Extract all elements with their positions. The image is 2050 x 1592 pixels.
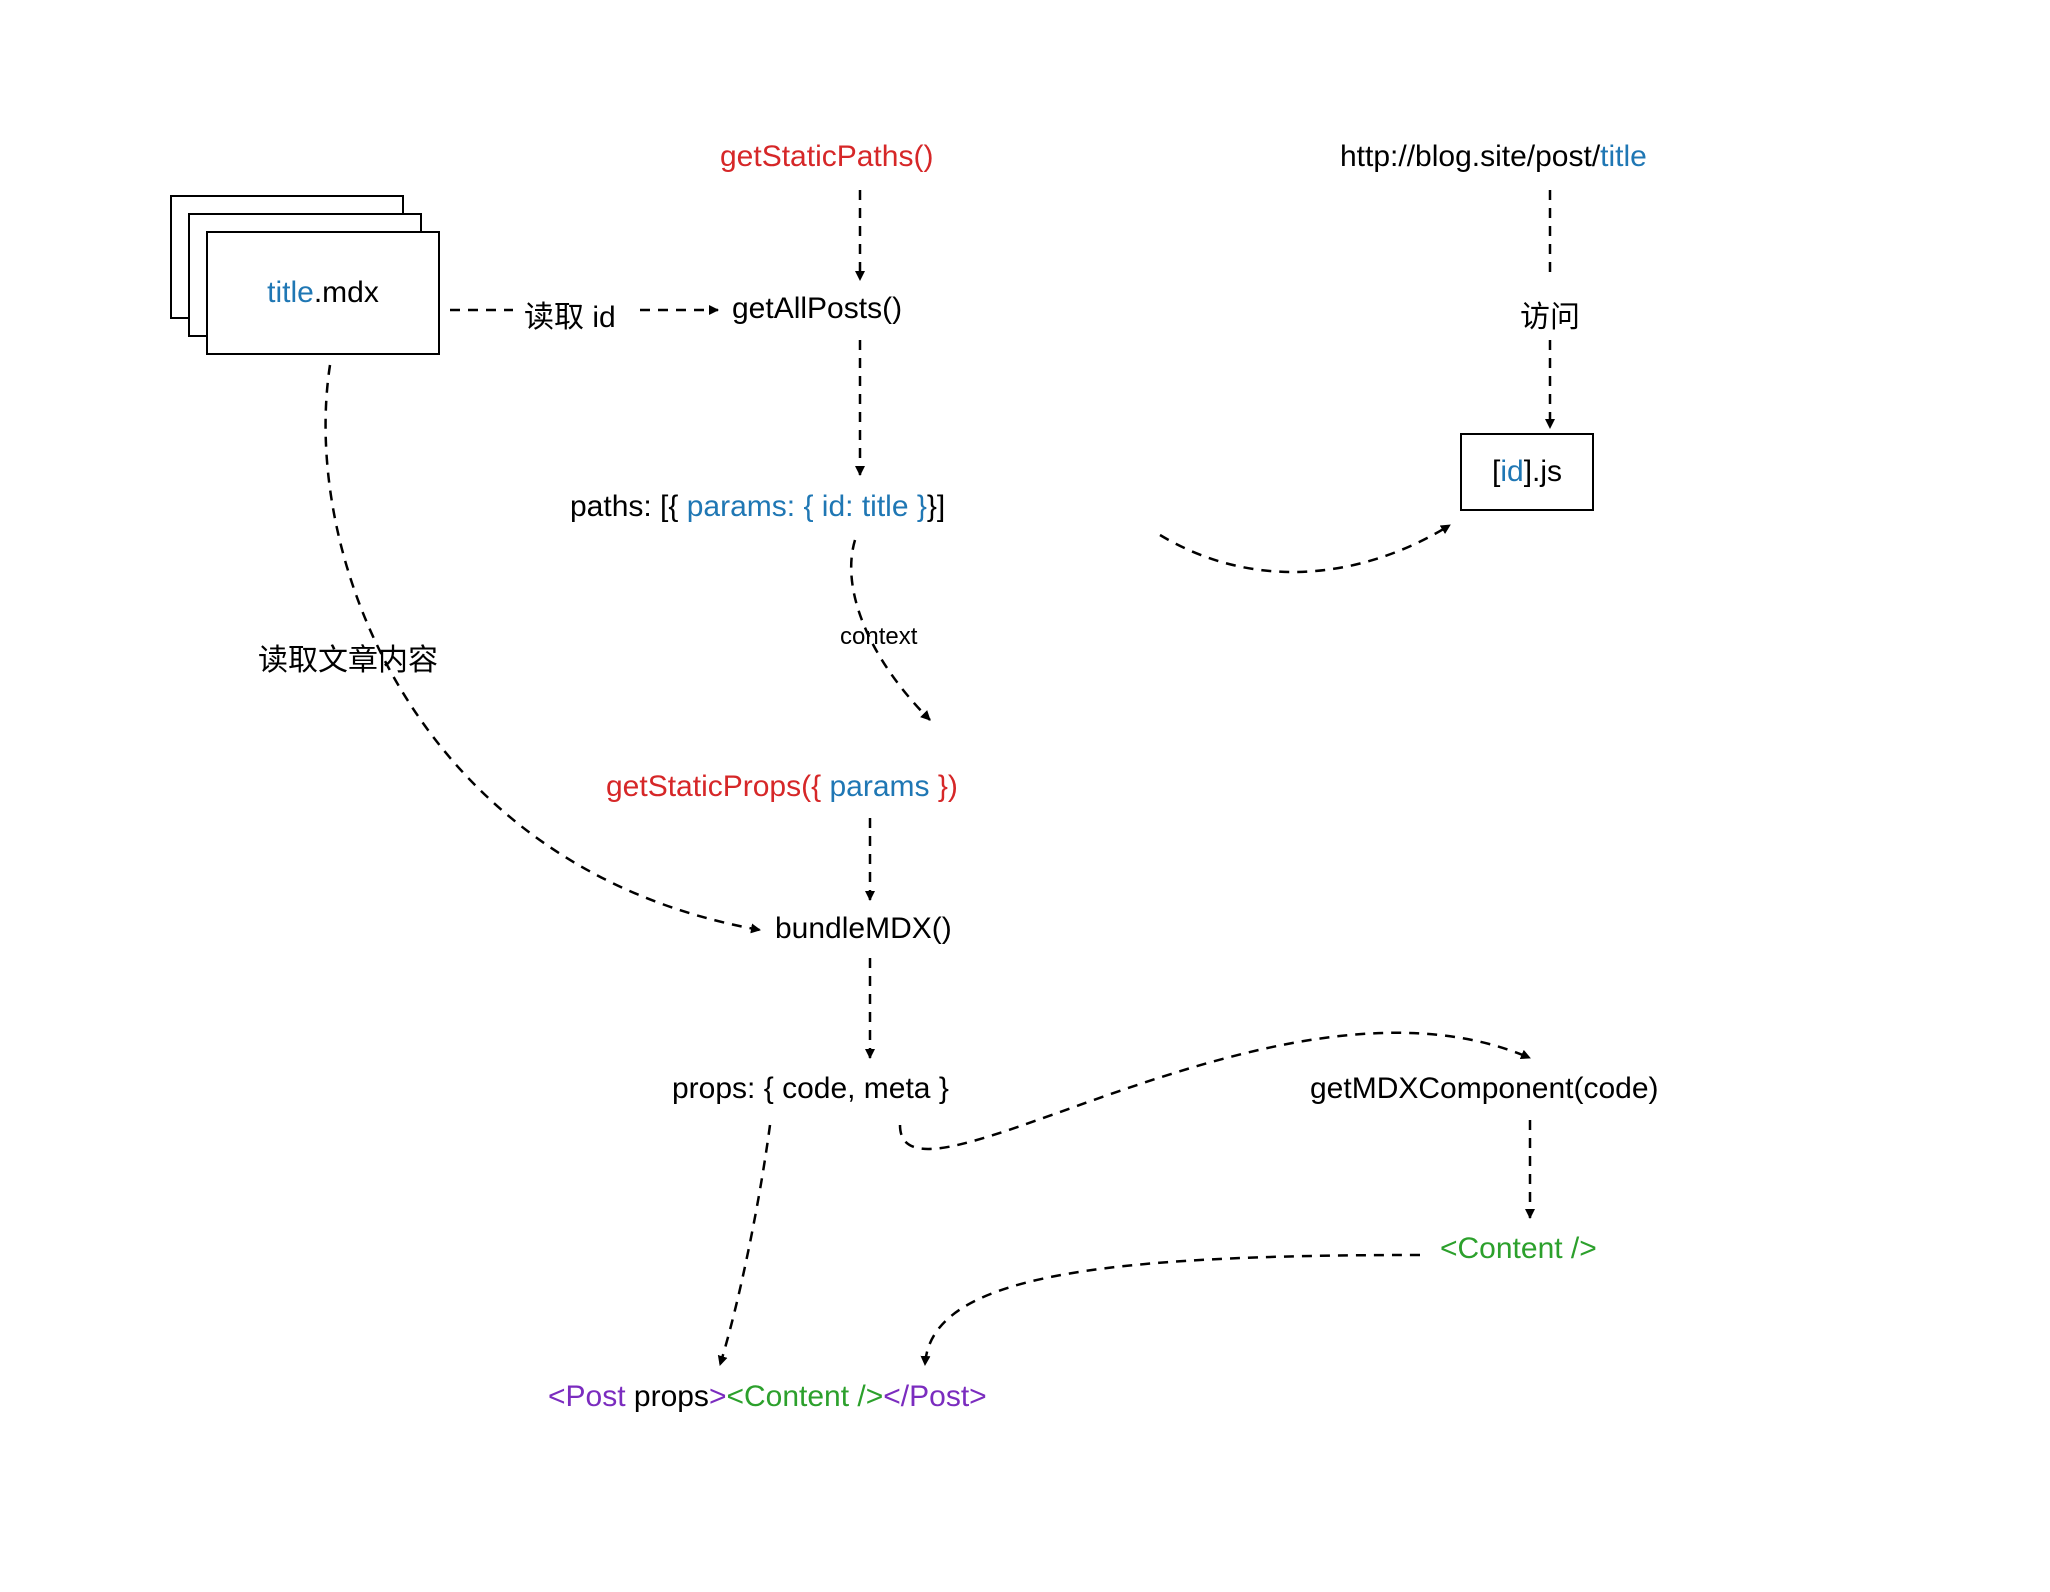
url: http://blog.site/post/title: [1340, 140, 1647, 174]
diagram: title.mdx getStaticPaths() 读取 id getAllP…: [0, 0, 2050, 1592]
read-id-label: 读取 id: [524, 292, 616, 336]
paths: paths: [{ params: { id: title }}]: [570, 490, 945, 524]
render-jsx: <Post props><Content /></Post>: [548, 1380, 987, 1414]
id-js-box: [id].js: [1460, 433, 1594, 511]
context-label: context: [840, 623, 917, 651]
get-static-props: getStaticProps({ params }): [606, 770, 958, 804]
content-jsx: <Content />: [1440, 1232, 1597, 1266]
get-all-posts: getAllPosts(): [732, 292, 902, 326]
file-title: title.mdx: [267, 276, 379, 310]
get-mdx-component: getMDXComponent(code): [1310, 1072, 1659, 1106]
bundle-mdx: bundleMDX(): [775, 912, 952, 946]
visit-label: 访问: [1520, 292, 1580, 336]
props: props: { code, meta }: [672, 1072, 949, 1106]
read-content-label: 读取文章内容: [258, 635, 438, 679]
get-static-paths: getStaticPaths(): [720, 140, 933, 174]
